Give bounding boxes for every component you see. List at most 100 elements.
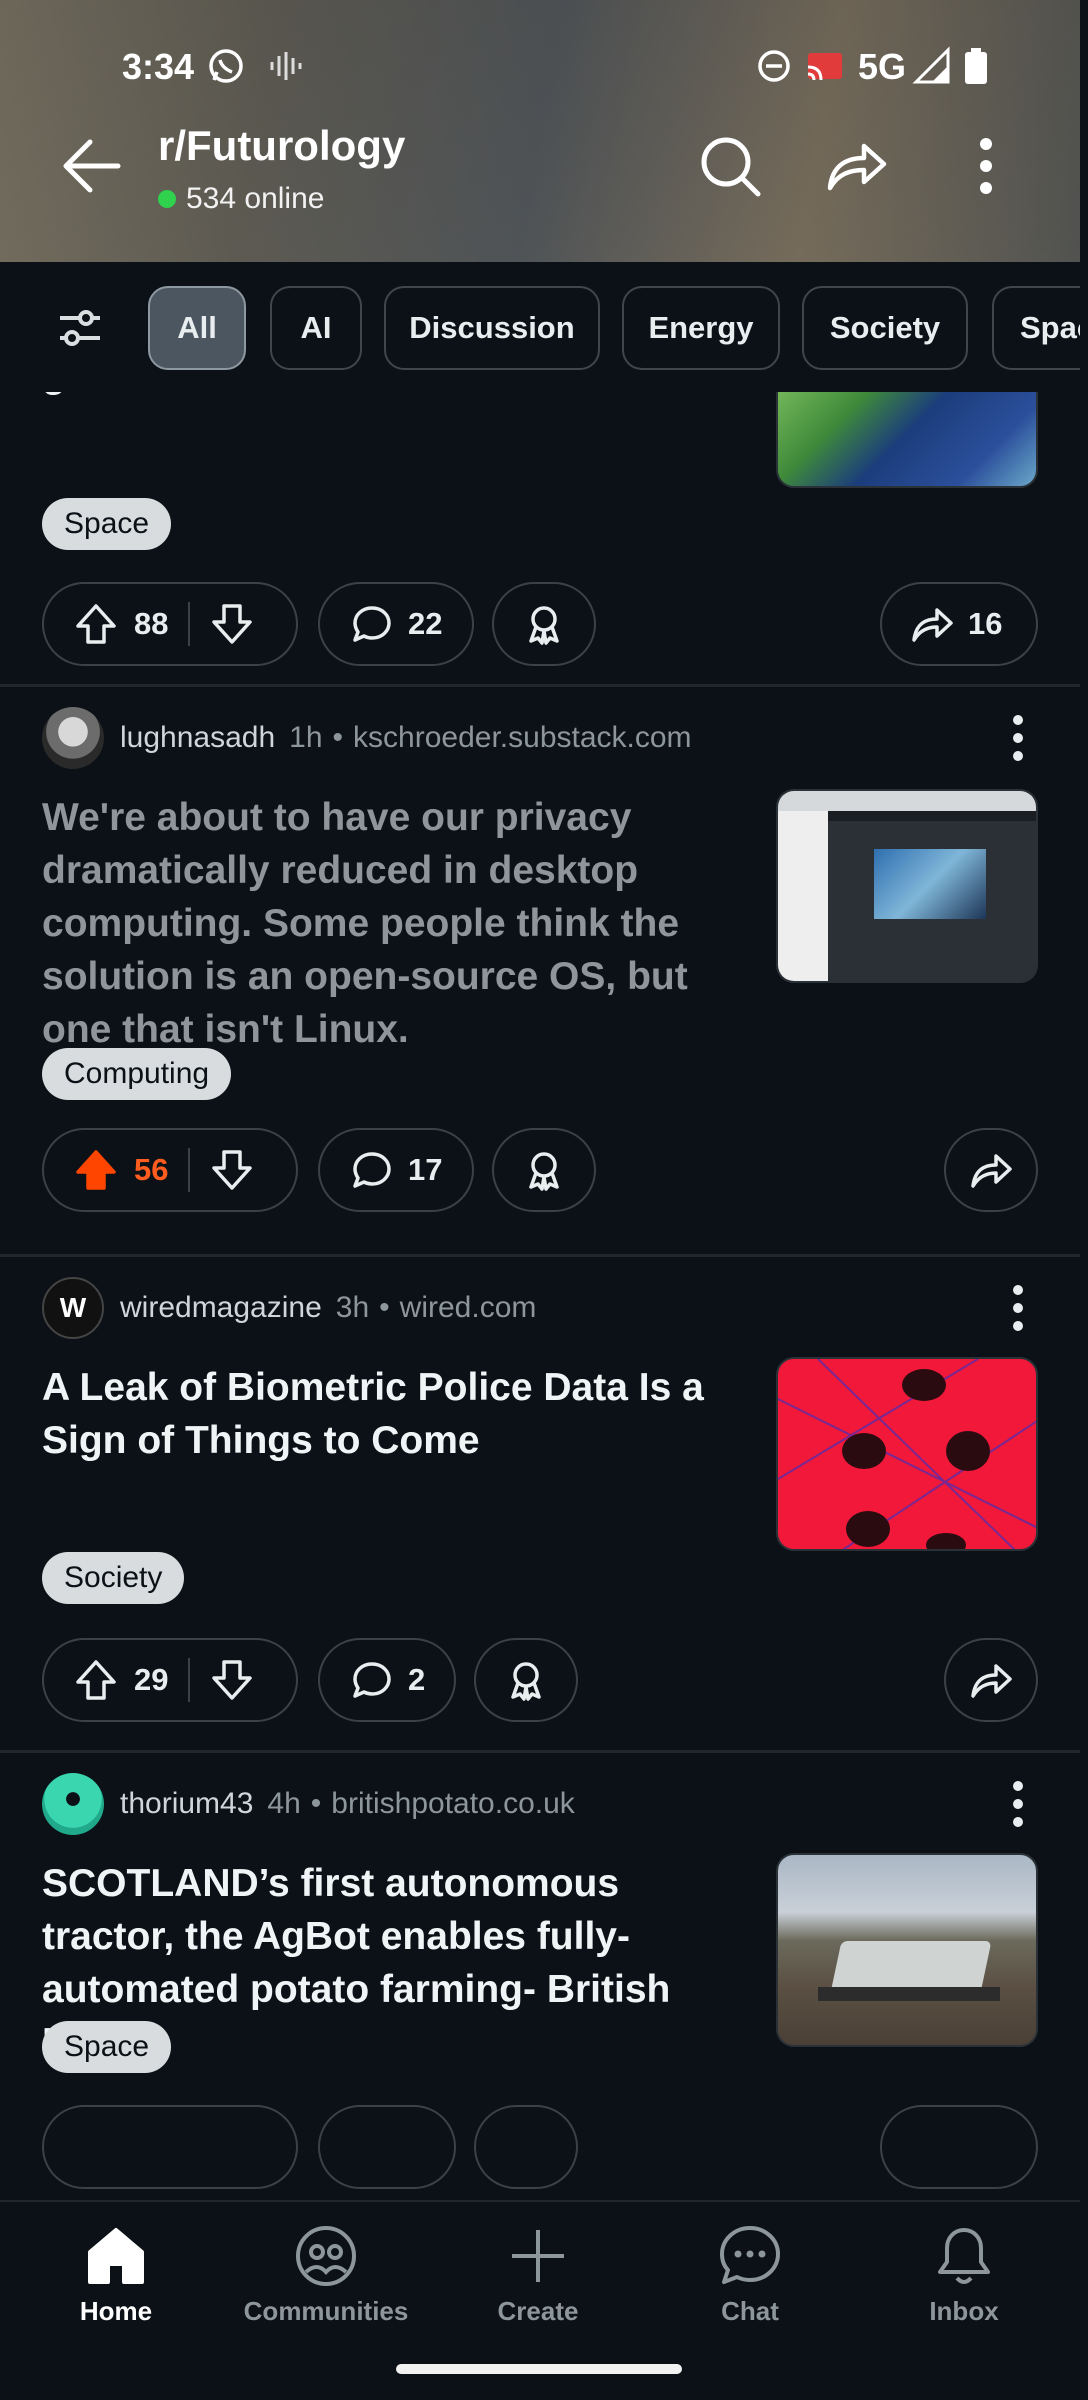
post-thumbnail[interactable] [776,1357,1038,1551]
award-button[interactable] [492,582,596,666]
nav-home[interactable]: Home [26,2222,206,2342]
post-card[interactable]: grown in vertical farm Space 88 22 16 [0,392,1080,686]
avatar[interactable] [42,1773,104,1835]
nav-label: Home [79,2296,153,2326]
link-domain[interactable]: kschroeder.substack.com [353,721,691,755]
award-button[interactable] [474,2105,578,2189]
share-icon [971,1154,1012,1188]
award-icon [529,1152,559,1191]
post-title[interactable]: We're about to have our privacy dramatic… [42,791,722,1056]
chip-ai[interactable]: AI [270,286,362,370]
share-button[interactable]: 16 [880,582,1038,666]
avatar[interactable] [42,707,104,769]
post-card[interactable]: W wiredmagazine 3h • wired.com A Leak of… [0,1257,1080,1753]
nav-communities[interactable]: Communities [236,2222,416,2342]
gesture-home-bar[interactable] [396,2364,682,2374]
meta-separator: • [379,1291,390,1324]
link-domain[interactable]: britishpotato.co.uk [331,1787,574,1821]
post-meta: thorium43 4h • britishpotato.co.uk [42,1773,575,1835]
comments-button[interactable] [318,2105,456,2189]
vote-divider [188,1148,191,1192]
share-button[interactable] [944,1638,1038,1722]
post-age: 3h [335,1291,370,1324]
chip-society[interactable]: Society [802,286,968,370]
link-domain[interactable]: wired.com [400,1291,537,1325]
bell-icon [938,2228,990,2284]
vote-control: 88 [42,582,298,666]
vote-divider [188,602,191,646]
status-time: 3:34 [122,46,195,87]
meta-separator: • [332,721,344,754]
post-flair[interactable]: Society [42,1552,185,1604]
post-title[interactable]: A Leak of Biometric Police Data Is a Sig… [42,1361,722,1467]
post-actions: 56 17 [42,1128,1038,1212]
post-menu-icon[interactable] [998,707,1038,769]
chip-space[interactable]: Space [992,286,1080,370]
nav-create[interactable]: Create [448,2222,628,2342]
dnd-icon [758,50,790,82]
post-card[interactable]: lughnasadh 1h • kschroeder.substack.com … [0,687,1080,1237]
back-button[interactable] [60,134,124,198]
downvote-icon[interactable] [210,602,254,646]
share-icon [971,1664,1012,1698]
audio-wave-icon [270,52,302,80]
post-flair[interactable]: Space [42,2021,172,2073]
search-icon[interactable] [696,132,764,200]
award-button[interactable] [492,1128,596,1212]
upvote-icon[interactable] [74,602,118,646]
online-count: 534 online [158,182,324,216]
vote-control: 29 [42,1638,298,1722]
nav-label: Inbox [929,2296,999,2326]
subreddit-name[interactable]: r/Futurology [158,122,405,170]
share-icon[interactable] [822,132,890,200]
home-icon [88,2228,144,2284]
post-card[interactable]: thorium43 4h • britishpotato.co.uk SCOTL… [0,1753,1080,2200]
vote-divider [188,1658,191,1702]
chip-all[interactable]: All [148,286,246,370]
vote-count: 88 [134,606,169,641]
comments-button[interactable]: 2 [318,1638,456,1722]
vote-control [42,2105,298,2189]
screen-edge [1080,0,1088,2400]
comment-count: 22 [408,606,443,641]
flair-filter-bar: All AI Discussion Energy Society Space [0,262,1080,392]
more-options-icon[interactable] [952,132,1020,200]
nav-chat[interactable]: Chat [660,2222,840,2342]
author-name[interactable]: wiredmagazine [120,1291,322,1325]
downvote-icon[interactable] [210,1148,254,1192]
post-flair[interactable]: Computing [42,1048,232,1100]
upvote-active-icon[interactable] [74,1148,118,1192]
chip-energy[interactable]: Energy [622,286,780,370]
award-button[interactable] [474,1638,578,1722]
post-thumbnail[interactable] [776,1853,1038,2047]
share-button[interactable] [944,1128,1038,1212]
comments-button[interactable]: 22 [318,582,474,666]
post-thumbnail[interactable] [776,392,1038,488]
communities-icon [296,2226,356,2286]
share-button[interactable] [880,2105,1038,2189]
network-label: 5G [858,46,907,87]
post-meta: lughnasadh 1h • kschroeder.substack.com [42,707,692,769]
nav-inbox[interactable]: Inbox [874,2222,1054,2342]
post-thumbnail[interactable] [776,789,1038,983]
chip-discussion[interactable]: Discussion [384,286,600,370]
comments-button[interactable]: 17 [318,1128,474,1212]
filter-settings-icon[interactable] [56,304,104,352]
upvote-icon[interactable] [74,1658,118,1702]
post-age: 4h [267,1787,301,1820]
chat-icon [720,2226,780,2284]
online-label: 534 online [186,182,325,215]
post-title[interactable]: grown in vertical farm [42,392,722,401]
author-name[interactable]: thorium43 [120,1787,253,1821]
subreddit-header: 3:34 5G r/Futurology 534 online [0,0,1080,262]
post-menu-icon[interactable] [998,1277,1038,1339]
post-actions [42,2105,1038,2189]
author-name[interactable]: lughnasadh [120,721,275,755]
post-flair[interactable]: Space [42,498,172,550]
post-feed: grown in vertical farm Space 88 22 16 [0,392,1080,2200]
post-menu-icon[interactable] [998,1773,1038,1835]
post-age: 1h [289,721,323,754]
share-icon [912,608,953,642]
avatar[interactable]: W [42,1277,104,1339]
downvote-icon[interactable] [210,1658,254,1702]
